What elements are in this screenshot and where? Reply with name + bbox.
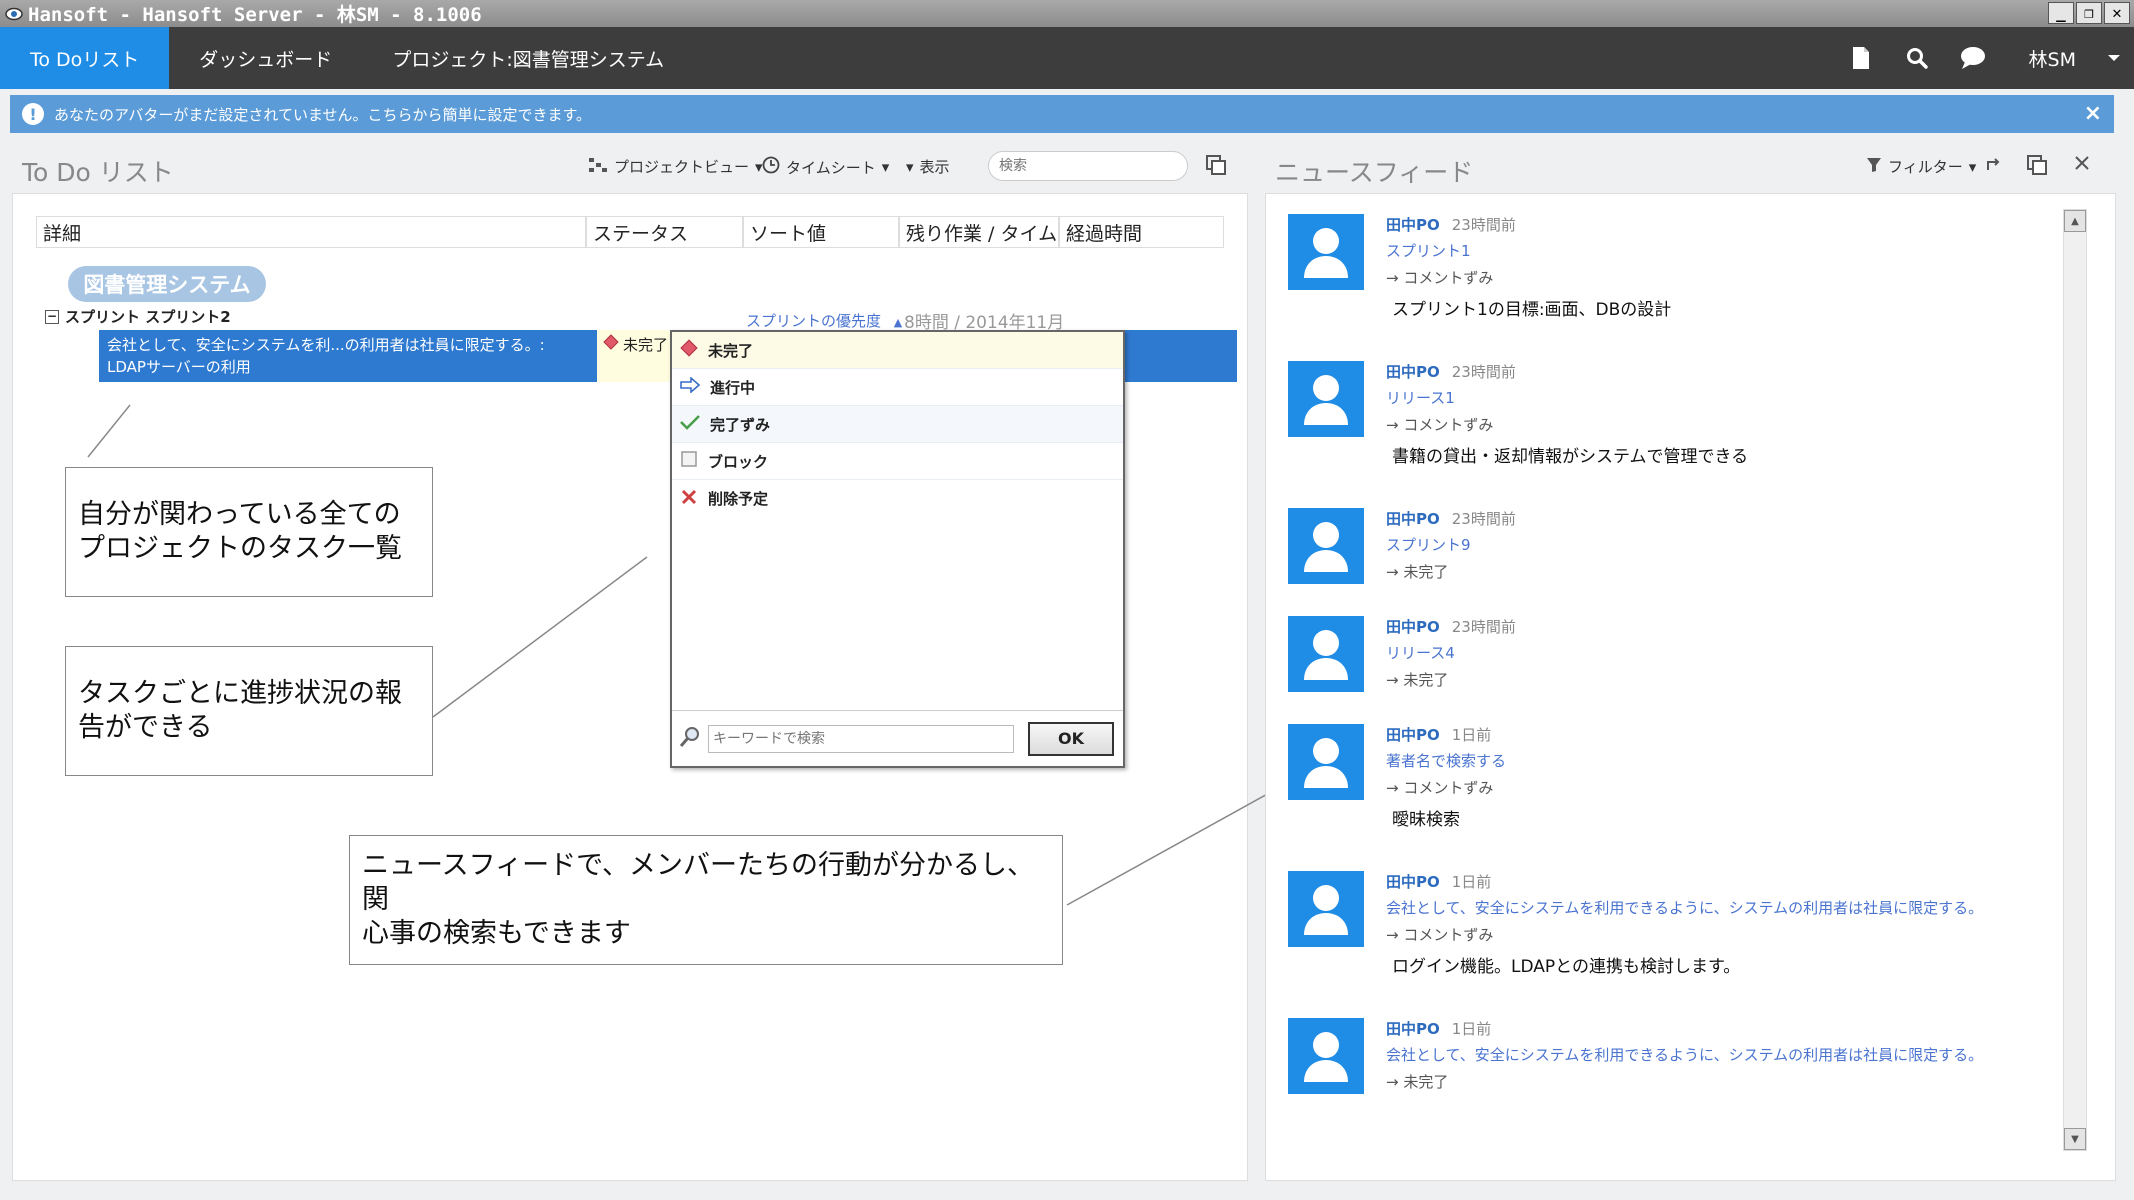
feed-comment: ログイン機能。LDAPとの連携も検討します。 [1392,957,1741,977]
callout-line: ニュースフィードで、メンバーたちの行動が分かるし、関 [362,850,1035,915]
feed-action: → コメントずみ [1386,926,1494,944]
feed-target-link[interactable]: 会社として、安全にシステムを利用できるように、システムの利用者は社員に限定する。 [1386,897,2026,918]
callout-task-list: 自分が関わっている全ての プロジェクトのタスク一覧 [65,467,433,597]
feed-author[interactable]: 田中PO [1386,873,1440,891]
callout-line: プロジェクトのタスク一覧 [78,533,402,564]
callout-line: 自分が関わっている全ての [78,499,401,530]
user-avatar-icon [1288,724,1364,800]
user-avatar-icon [1288,508,1364,584]
user-avatar-icon [1288,1018,1364,1094]
callout-news-feed: ニュースフィードで、メンバーたちの行動が分かるし、関 心事の検索もできます [349,835,1063,965]
feed-time: 23時間前 [1451,618,1516,636]
feed-comment: 書籍の貸出・返却情報がシステムで管理できる [1392,447,1749,467]
user-avatar-icon [1288,871,1364,947]
feed-action: → コメントずみ [1386,779,1494,797]
feed-author[interactable]: 田中PO [1386,1020,1440,1038]
feed-author[interactable]: 田中PO [1386,363,1440,381]
feed-time: 23時間前 [1451,510,1516,528]
callout-progress-report: タスクごとに進捗状況の報 告ができる [65,646,433,776]
user-avatar-icon [1288,214,1364,290]
feed-time: 1日前 [1451,726,1492,744]
scroll-up-icon[interactable]: ▲ [2064,210,2086,232]
feed-target-link[interactable]: リリース1 [1386,387,2026,408]
feed-action: → コメントずみ [1386,416,1494,434]
callout-line: 心事の検索もできます [362,918,631,949]
callout-line: タスクごとに進捗状況の報 [78,678,402,709]
feed-action: → 未完了 [1386,563,1449,581]
feed-time: 23時間前 [1451,363,1516,381]
feed-comment: 曖昧検索 [1392,810,1460,830]
feed-action: → 未完了 [1386,1073,1449,1091]
feed-action: → 未完了 [1386,671,1449,689]
scroll-down-icon[interactable]: ▼ [2064,1128,2086,1150]
user-avatar-icon [1288,361,1364,437]
feed-author[interactable]: 田中PO [1386,618,1440,636]
feed-target-link[interactable]: スプリント9 [1386,534,2026,555]
feed-author[interactable]: 田中PO [1386,216,1440,234]
feed-target-link[interactable]: 会社として、安全にシステムを利用できるように、システムの利用者は社員に限定する。 [1386,1044,2026,1065]
feed-author[interactable]: 田中PO [1386,726,1440,744]
feed-target-link[interactable]: リリース4 [1386,642,2026,663]
feed-target-link[interactable]: 著者名で検索する [1386,750,2026,771]
feed-action: → コメントずみ [1386,269,1494,287]
user-avatar-icon [1288,616,1364,692]
feed-comment: スプリント1の目標:画面、DBの設計 [1392,300,1672,320]
news-feed-scrollbar[interactable]: ▲ ▼ [2063,209,2087,1151]
feed-author[interactable]: 田中PO [1386,510,1440,528]
feed-time: 1日前 [1451,1020,1492,1038]
feed-time: 1日前 [1451,873,1492,891]
news-feed-panel: 田中PO 23時間前 スプリント1 → コメントずみ スプリント1の目標:画面、D… [1265,193,2116,1181]
callout-line: 告ができる [78,712,213,743]
feed-target-link[interactable]: スプリント1 [1386,240,2026,261]
feed-time: 23時間前 [1451,216,1516,234]
